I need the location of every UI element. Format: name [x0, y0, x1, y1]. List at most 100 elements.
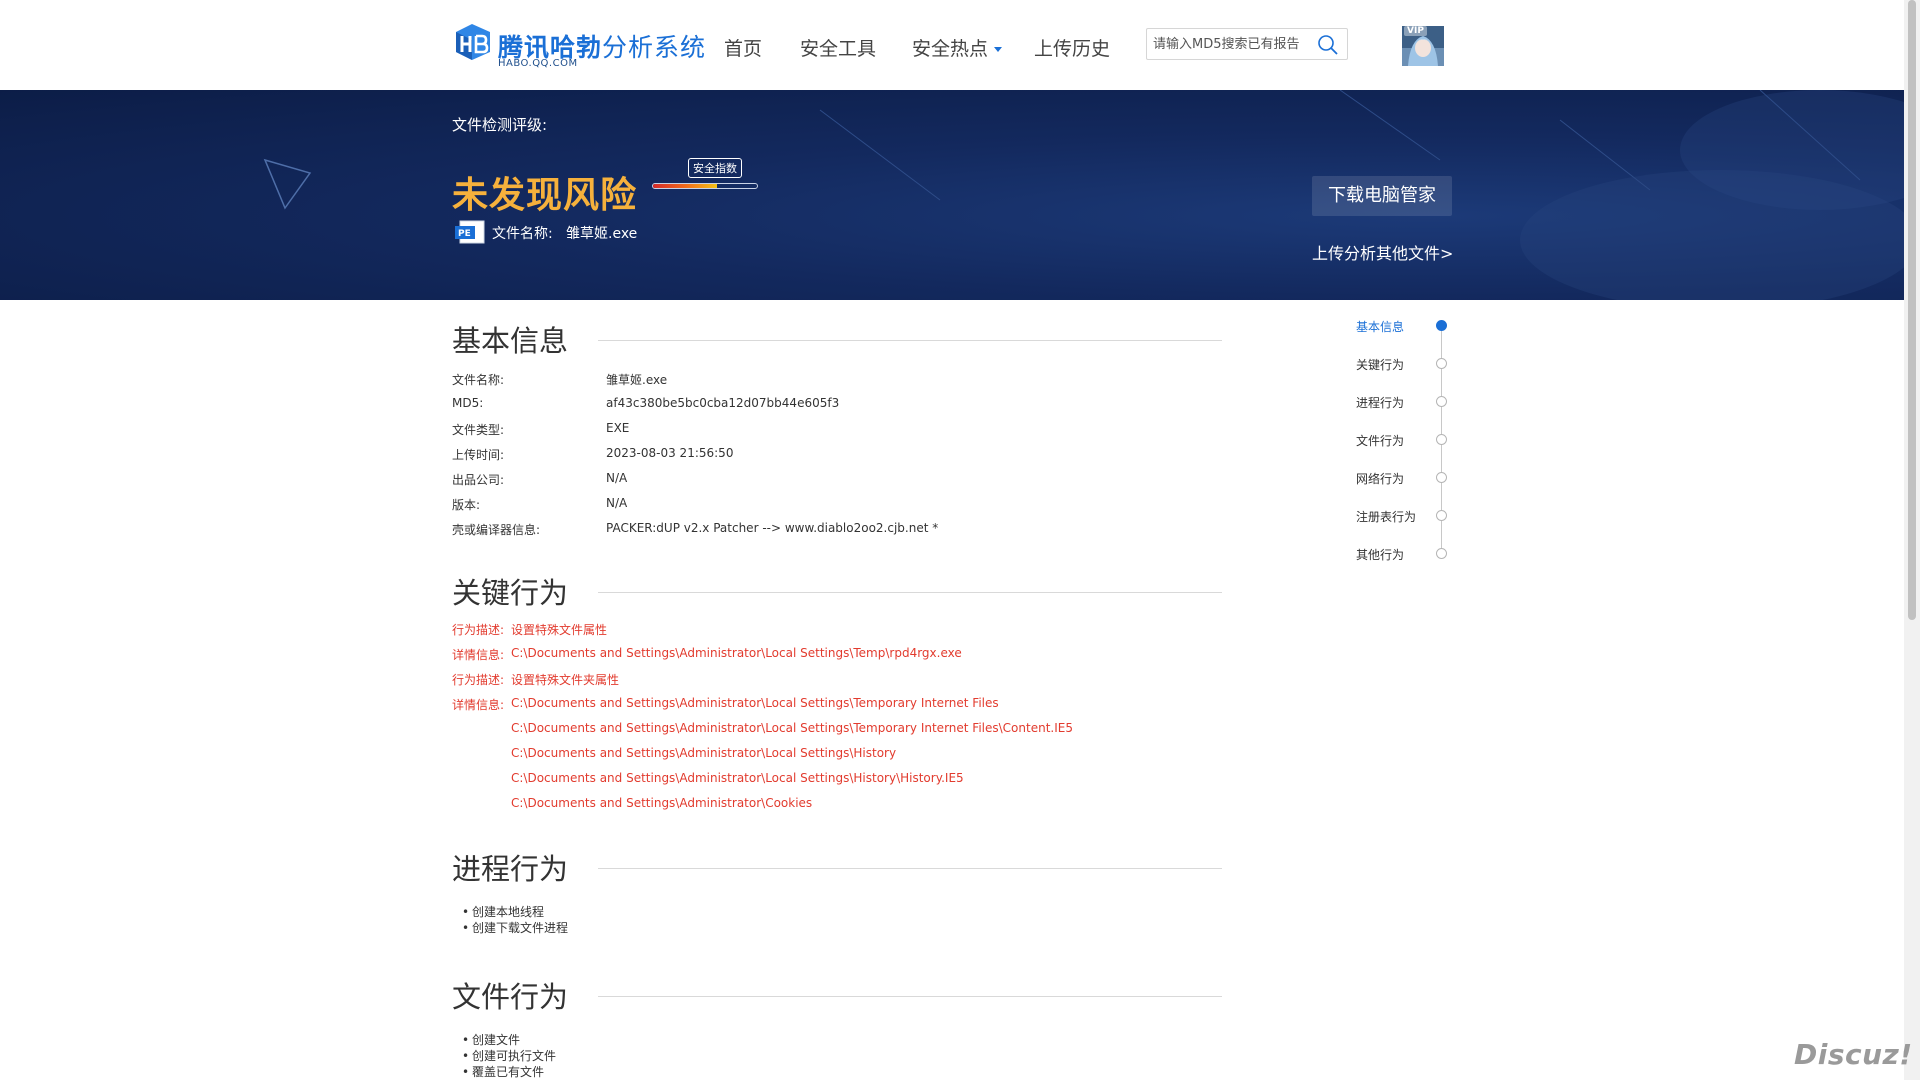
upload-other-file-link[interactable]: 上传分析其他文件>: [1312, 240, 1453, 264]
info-key: 出品公司:: [452, 473, 505, 487]
nav-upload-history[interactable]: 上传历史: [1034, 34, 1110, 61]
vip-badge: VIP: [1404, 26, 1427, 36]
info-key: MD5:: [452, 396, 484, 410]
side-nav-item[interactable]: 网络行为: [1356, 470, 1456, 490]
verdict-text: 未发现风险: [452, 175, 638, 216]
info-value: N/A: [606, 496, 628, 510]
side-nav-item[interactable]: 关键行为: [1356, 356, 1456, 376]
scrollbar-thumb[interactable]: [1908, 0, 1916, 620]
side-nav-label: 注册表行为: [1356, 510, 1417, 524]
safety-index-bar: [652, 183, 758, 189]
side-nav-dot: [1436, 358, 1447, 369]
section-title: 关键行为: [452, 576, 569, 610]
info-key: 版本:: [452, 498, 481, 512]
behavior-value: C:\Documents and Settings\Administrator\…: [511, 771, 964, 785]
behavior-value: 设置特殊文件夹属性: [511, 673, 620, 687]
info-key: 文件名称:: [452, 373, 505, 387]
side-nav-item[interactable]: 进程行为: [1356, 394, 1456, 414]
info-value: af43c380be5bc0cba12d07bb44e605f3: [606, 396, 840, 410]
section-file-behavior: 文件行为: [452, 974, 1222, 1018]
behavior-value: C:\Documents and Settings\Administrator\…: [511, 646, 962, 660]
info-key: 上传时间:: [452, 448, 505, 462]
section-key-behavior: 关键行为: [452, 570, 1222, 614]
pe-file-icon: PE: [455, 220, 485, 244]
banner-decoration: [263, 90, 1904, 300]
behavior-value: C:\Documents and Settings\Administrator\…: [511, 796, 813, 810]
site-logo[interactable]: 腾讯哈勃分析系统 HABO.QQ.COM: [452, 18, 705, 74]
section-divider: [598, 868, 1222, 869]
side-nav-item[interactable]: 文件行为: [1356, 432, 1456, 452]
list-item: 创建下载文件进程: [462, 920, 568, 936]
info-value: PACKER:dUP v2.x Patcher --> www.diablo2o…: [606, 521, 939, 535]
side-nav-item[interactable]: 基本信息: [1356, 318, 1456, 338]
section-divider: [598, 996, 1222, 997]
behavior-value: C:\Documents and Settings\Administrator\…: [511, 746, 897, 760]
section-process-behavior: 进程行为: [452, 846, 1222, 890]
section-side-nav: 基本信息 关键行为 进程行为 文件行为 网络行为 注册表行为 其他行为: [1356, 318, 1456, 562]
side-nav-dot: [1436, 510, 1447, 521]
list-item: 创建本地线程: [462, 904, 568, 920]
section-title: 基本信息: [452, 324, 569, 358]
section-title: 文件行为: [452, 980, 569, 1014]
behavior-key: 详情信息:: [452, 698, 505, 712]
side-nav-label: 网络行为: [1356, 472, 1405, 486]
side-nav-label: 关键行为: [1356, 358, 1405, 372]
behavior-value: 设置特殊文件属性: [511, 623, 608, 637]
nav-home[interactable]: 首页: [724, 34, 762, 61]
download-pc-manager-button[interactable]: 下载电脑管家: [1312, 176, 1452, 216]
watermark: Discuz!: [1794, 1038, 1913, 1071]
info-value: 2023-08-03 21:56:50: [606, 446, 734, 460]
file-name-label: 文件名称:: [492, 226, 553, 242]
logo-icon: [456, 24, 490, 60]
side-nav-dot: [1436, 320, 1447, 331]
info-value: 雏草姬.exe: [606, 373, 668, 387]
side-nav-dot: [1436, 396, 1447, 407]
behavior-key: 行为描述:: [452, 673, 505, 687]
nav-security-hotspots-label: 安全热点: [912, 38, 989, 60]
result-banner: 文件检测评级: 未发现风险 安全指数 PE 文件名称: 雏草姬.exe 下载电脑…: [0, 90, 1904, 300]
side-nav-label: 进程行为: [1356, 396, 1405, 410]
list-item: 创建可执行文件: [462, 1048, 556, 1064]
side-nav-dot: [1436, 472, 1447, 483]
list-item: 覆盖已有文件: [462, 1064, 556, 1080]
user-avatar[interactable]: VIP: [1402, 26, 1444, 66]
side-nav-item[interactable]: 注册表行为: [1356, 508, 1456, 528]
search-icon[interactable]: [1317, 34, 1339, 56]
safety-index: 安全指数: [652, 158, 762, 192]
nav-security-hotspots[interactable]: 安全热点: [912, 34, 1003, 61]
rating-label: 文件检测评级:: [452, 116, 548, 134]
side-nav-dot: [1436, 434, 1447, 445]
safety-index-fill: [653, 184, 718, 188]
search-box: [1146, 28, 1348, 60]
section-divider: [598, 592, 1222, 593]
info-key: 壳或编译器信息:: [452, 523, 541, 537]
page: 腾讯哈勃分析系统 HABO.QQ.COM 首页 安全工具 安全热点 上传历史 V…: [0, 0, 1920, 1080]
side-nav-item[interactable]: 其他行为: [1356, 546, 1456, 566]
logo-title-light: 分析系统: [602, 33, 707, 62]
side-nav-label: 基本信息: [1356, 320, 1405, 334]
section-basic-info: 基本信息: [452, 318, 1222, 362]
info-key: 文件类型:: [452, 423, 505, 437]
file-behavior-list: 创建文件 创建可执行文件 覆盖已有文件: [462, 1032, 556, 1080]
behavior-key: 行为描述:: [452, 623, 505, 637]
file-name-value: 雏草姬.exe: [566, 226, 638, 242]
nav-security-tools[interactable]: 安全工具: [800, 34, 876, 61]
search-input[interactable]: [1147, 29, 1315, 59]
top-header: 腾讯哈勃分析系统 HABO.QQ.COM 首页 安全工具 安全热点 上传历史 V…: [0, 0, 1904, 90]
section-divider: [598, 340, 1222, 341]
info-value: N/A: [606, 471, 628, 485]
side-nav-label: 文件行为: [1356, 434, 1405, 448]
side-nav-label: 其他行为: [1356, 548, 1405, 562]
caret-down-icon: [994, 47, 1003, 52]
safety-index-tag: 安全指数: [688, 158, 742, 178]
logo-subtitle: HABO.QQ.COM: [498, 58, 578, 69]
pe-badge-text: PE: [458, 229, 471, 239]
process-behavior-list: 创建本地线程 创建下载文件进程: [462, 904, 568, 936]
side-nav-dot: [1436, 548, 1447, 559]
page-scrollbar[interactable]: [1904, 0, 1920, 1080]
section-title: 进程行为: [452, 852, 569, 886]
behavior-value: C:\Documents and Settings\Administrator\…: [511, 696, 999, 710]
behavior-key: 详情信息:: [452, 648, 505, 662]
list-item: 创建文件: [462, 1032, 556, 1048]
behavior-value: C:\Documents and Settings\Administrator\…: [511, 721, 1073, 735]
